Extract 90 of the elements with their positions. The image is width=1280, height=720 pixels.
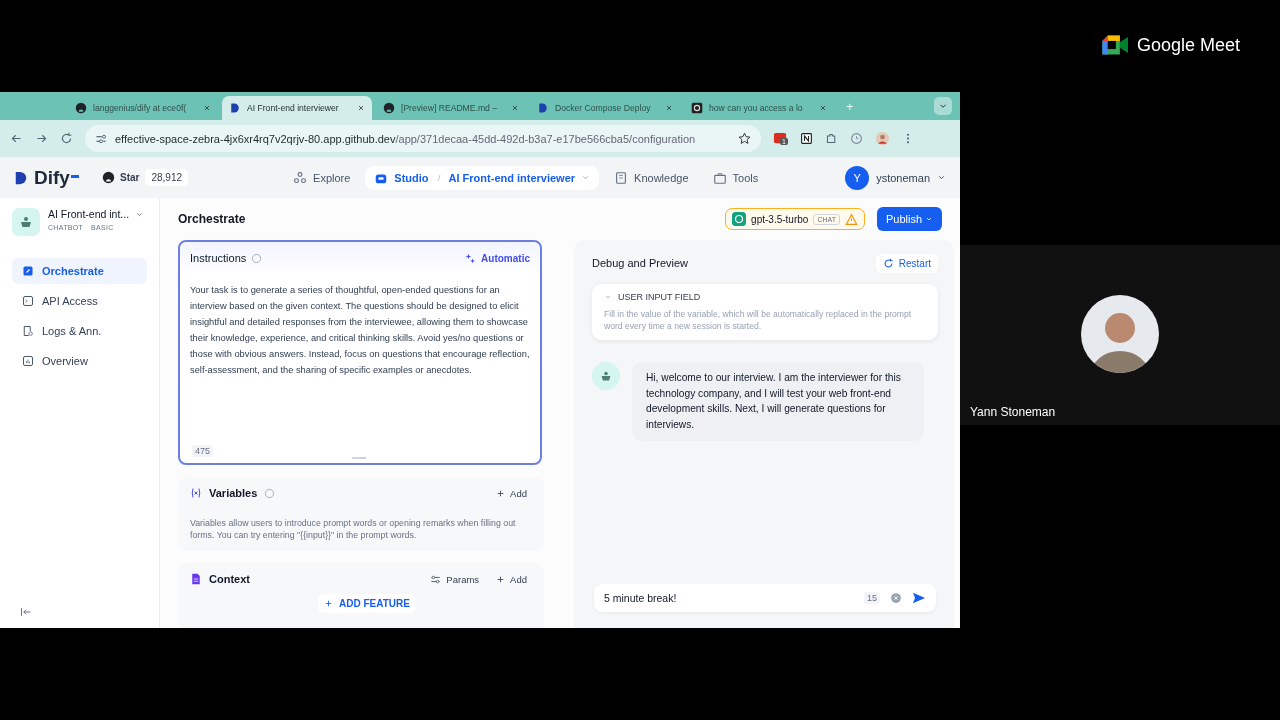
add-button[interactable]: Add [491, 487, 532, 499]
chat-input-field[interactable]: 5 minute break! [604, 592, 854, 604]
warning-icon [844, 212, 858, 226]
prompt-field[interactable]: Your task is to generate a series of thoughtful, open-ended questions for an interview based on the given context. The questions should be designed to elicit insightful and detailed responses from the interviewee, allowing them to showcase their knowledge, experience, and critical thinking skills. Avoid yes/no questions or those with obvious answers. Instead, focus on questions that encourage reflection, self-assessment, and the sharing of specific examples or anecdotes. [180, 274, 540, 445]
clock-icon[interactable] [850, 132, 863, 145]
user-input-toggle[interactable]: USER INPUT FIELD [604, 292, 926, 302]
variable-icon [190, 487, 202, 499]
notion-icon[interactable] [800, 132, 813, 145]
sidebar-item[interactable]: API Access [12, 288, 147, 314]
chevron-down-icon [937, 173, 946, 182]
sidebar-item[interactable]: Overview [12, 348, 147, 374]
chip-icon [691, 102, 703, 114]
card-title: Instructions [190, 252, 247, 264]
chat-message: Hi, welcome to our interview. I am the interviewer for this technology company, and I will test your web front-end development skills. Next, I will generate questions for interviews. [632, 362, 924, 441]
browser-tab[interactable]: langgenius/dify at ece0f( [68, 96, 218, 120]
terminal-icon [22, 295, 34, 307]
dify-logo-icon [537, 102, 549, 114]
star-icon[interactable] [738, 132, 751, 145]
chevron-down-icon [581, 173, 591, 182]
close-icon[interactable] [357, 104, 365, 112]
sliders-icon [430, 573, 442, 585]
publish-button[interactable]: Publish [876, 207, 942, 231]
automatic-button[interactable]: Automatic [465, 252, 530, 264]
video-camera-icon [1100, 34, 1128, 56]
refresh-icon [882, 257, 894, 269]
send-icon[interactable] [912, 591, 926, 605]
puzzle-icon[interactable] [825, 132, 838, 145]
nav-item[interactable]: Knowledge [605, 165, 698, 190]
clear-icon[interactable] [890, 592, 902, 604]
nav-item[interactable]: Tools [703, 165, 768, 190]
dify-logo-icon [229, 102, 241, 114]
sparkle-icon [465, 252, 477, 264]
restart-button[interactable]: Restart [875, 253, 938, 273]
nav-item[interactable]: Explore [284, 165, 360, 190]
plus-icon [324, 599, 333, 608]
plus-icon [496, 488, 506, 498]
toolbox-icon [712, 170, 727, 185]
close-icon[interactable] [511, 104, 519, 112]
help-icon [251, 252, 263, 264]
params-button[interactable]: Params [425, 573, 485, 585]
add-feature-button[interactable]: ADD FEATURE [318, 594, 416, 613]
page-title: Orchestrate [178, 212, 246, 226]
nodes-icon [293, 170, 308, 185]
github-icon [75, 102, 87, 114]
forward-icon[interactable] [35, 132, 48, 145]
card-title: Context [209, 573, 250, 585]
address-field[interactable]: effective-space-zebra-4jx6xr4rq7v2qrjv-80.app.github.dev/app/371decaa-45dd-492d-b3a7-e17be566cba5/configuration [85, 125, 761, 152]
nav-item[interactable]: Studio AI Front-end interviewer [365, 165, 600, 190]
participant-name: Yann Stoneman [970, 405, 1056, 419]
card-title: Variables [209, 487, 258, 499]
char-count: 15 [864, 592, 880, 604]
app-logo: Google Meet [1136, 34, 1240, 56]
document-icon [190, 573, 202, 585]
browser-tab[interactable]: how can you access a lo [684, 96, 834, 120]
site-settings-icon [95, 132, 107, 145]
star-count: 28,912 [145, 169, 189, 186]
document-icon [22, 325, 34, 337]
reload-icon[interactable] [60, 132, 73, 145]
chat-composer[interactable]: 5 minute break! 15 [594, 584, 936, 612]
github-icon [383, 102, 395, 114]
add-button[interactable]: Add [491, 573, 532, 585]
underscore-icon [70, 174, 79, 178]
browser-tab[interactable]: Docker Compose Deploy [530, 96, 680, 120]
app-name[interactable]: AI Front-end int... [48, 208, 130, 220]
user-menu[interactable]: Y ystoneman [845, 165, 946, 190]
sidebar-item[interactable]: Orchestrate [12, 258, 147, 284]
browser-tab[interactable]: AI Front-end interviewer [222, 96, 372, 120]
help-icon [264, 487, 276, 499]
back-icon[interactable] [10, 132, 23, 145]
app-logo: Dify [34, 166, 70, 189]
github-star-button[interactable]: Star [102, 171, 140, 184]
avatar-icon[interactable] [875, 131, 890, 146]
github-icon [102, 171, 115, 184]
chevron-down-icon [604, 293, 612, 301]
bar-chart-icon [22, 355, 34, 367]
browser-tab[interactable]: [Preview] README.md – [376, 96, 526, 120]
chevron-down-icon [925, 215, 933, 223]
book-icon [614, 170, 629, 185]
variables-description: Variables allow users to introduce prompt words or opening remarks when filling out forms. You can try entering "{{input}}" in the prompt words. [190, 517, 517, 541]
plus-icon [496, 574, 506, 584]
close-icon[interactable] [665, 104, 673, 112]
user-input-description: Fill in the value of the variable, which will be automatically replaced in the prompt word every time a new session is started. [604, 308, 913, 332]
char-count: 475 [192, 445, 214, 457]
close-icon[interactable] [203, 104, 211, 112]
collapse-icon[interactable] [20, 606, 32, 618]
sidebar-item[interactable]: Logs & Ann. [12, 318, 147, 344]
panel-title: Debug and Preview [592, 257, 688, 269]
resize-handle[interactable] [352, 457, 366, 459]
edit-icon [22, 265, 34, 277]
close-icon[interactable] [819, 104, 827, 112]
